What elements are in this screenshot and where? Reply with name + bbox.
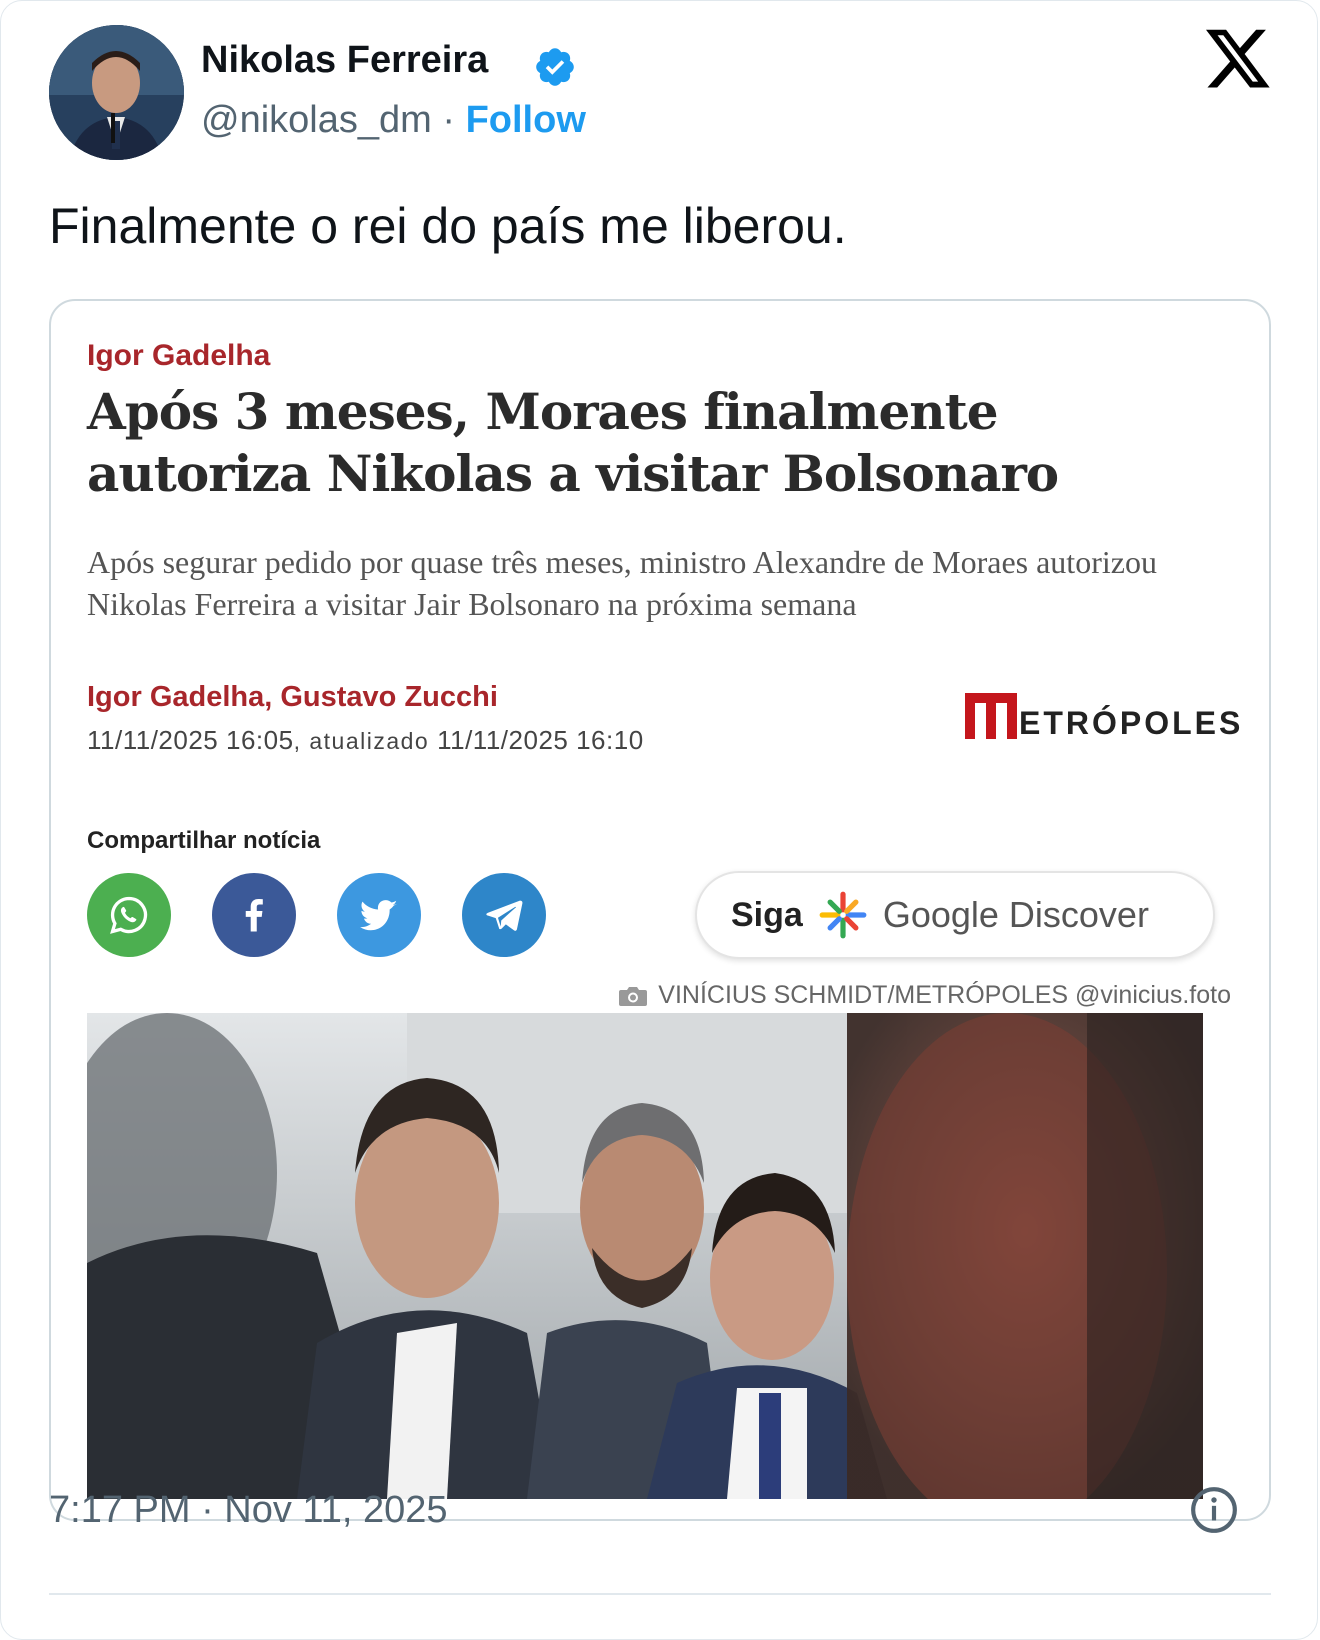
handle-separator: ·: [431, 99, 466, 141]
twitter-share-button[interactable]: [337, 873, 421, 957]
facebook-icon: [245, 899, 263, 932]
date-updated: 11/11/2025 16:10: [437, 725, 644, 755]
tweet-text: Finalmente o rei do país me liberou.: [49, 198, 847, 254]
article-dateline: 11/11/2025 16:05, atualizado 11/11/2025 …: [87, 725, 644, 756]
follow-button[interactable]: Follow: [466, 99, 586, 141]
siga-label: Siga: [731, 895, 803, 934]
telegram-icon: [486, 900, 523, 931]
whatsapp-icon: [110, 896, 148, 934]
updated-label: , atualizado: [293, 728, 438, 754]
article-headline: Após 3 meses, Moraes finalmente autoriza…: [87, 382, 1059, 503]
date-published: 11/11/2025 16:05: [87, 725, 294, 755]
photo-credit: VINÍCIUS SCHMIDT/METRÓPOLES @vinicius.fo…: [618, 981, 1231, 1010]
x-logo-icon[interactable]: [1206, 29, 1272, 91]
whatsapp-share-button[interactable]: [87, 873, 171, 957]
article-kicker: Igor Gadelha: [87, 339, 271, 372]
verified-badge-icon: [536, 48, 574, 86]
metropoles-logo: ETRÓPOLES: [965, 689, 1243, 739]
share-label: Compartilhar notícia: [87, 827, 321, 854]
article-subhead: Após segurar pedido por quase três meses…: [87, 544, 1157, 622]
article-photo: [87, 1013, 1203, 1499]
google-discover-label: Google Discover: [882, 894, 1149, 935]
google-discover-follow-button[interactable]: Siga Google Discover: [695, 871, 1215, 959]
author-handle[interactable]: @nikolas_dm: [201, 99, 432, 141]
author-avatar[interactable]: [49, 25, 184, 160]
facebook-share-button[interactable]: [212, 873, 296, 957]
google-discover-star-icon: [819, 891, 867, 939]
metropoles-m-icon: [965, 693, 1017, 739]
article-screenshot[interactable]: Igor Gadelha Após 3 meses, Moraes finalm…: [49, 299, 1271, 1521]
twitter-bird-icon: [360, 900, 398, 931]
tweet-card: Nikolas Ferreira @nikolas_dm · Follow Fi…: [0, 0, 1318, 1640]
author-name[interactable]: Nikolas Ferreira: [201, 39, 488, 82]
footer-divider: [49, 1593, 1271, 1595]
info-icon[interactable]: [1189, 1485, 1239, 1535]
photo-credit-text: VINÍCIUS SCHMIDT/METRÓPOLES @vinicius.fo…: [658, 981, 1231, 1009]
metropoles-logo-text: ETRÓPOLES: [1019, 705, 1244, 741]
camera-icon: [619, 986, 648, 1006]
telegram-share-button[interactable]: [462, 873, 546, 957]
handle-row: @nikolas_dm · Follow: [201, 99, 586, 142]
article-authors: Igor Gadelha, Gustavo Zucchi: [87, 681, 498, 713]
tweet-timestamp[interactable]: 7:17 PM · Nov 11, 2025: [49, 1489, 448, 1532]
